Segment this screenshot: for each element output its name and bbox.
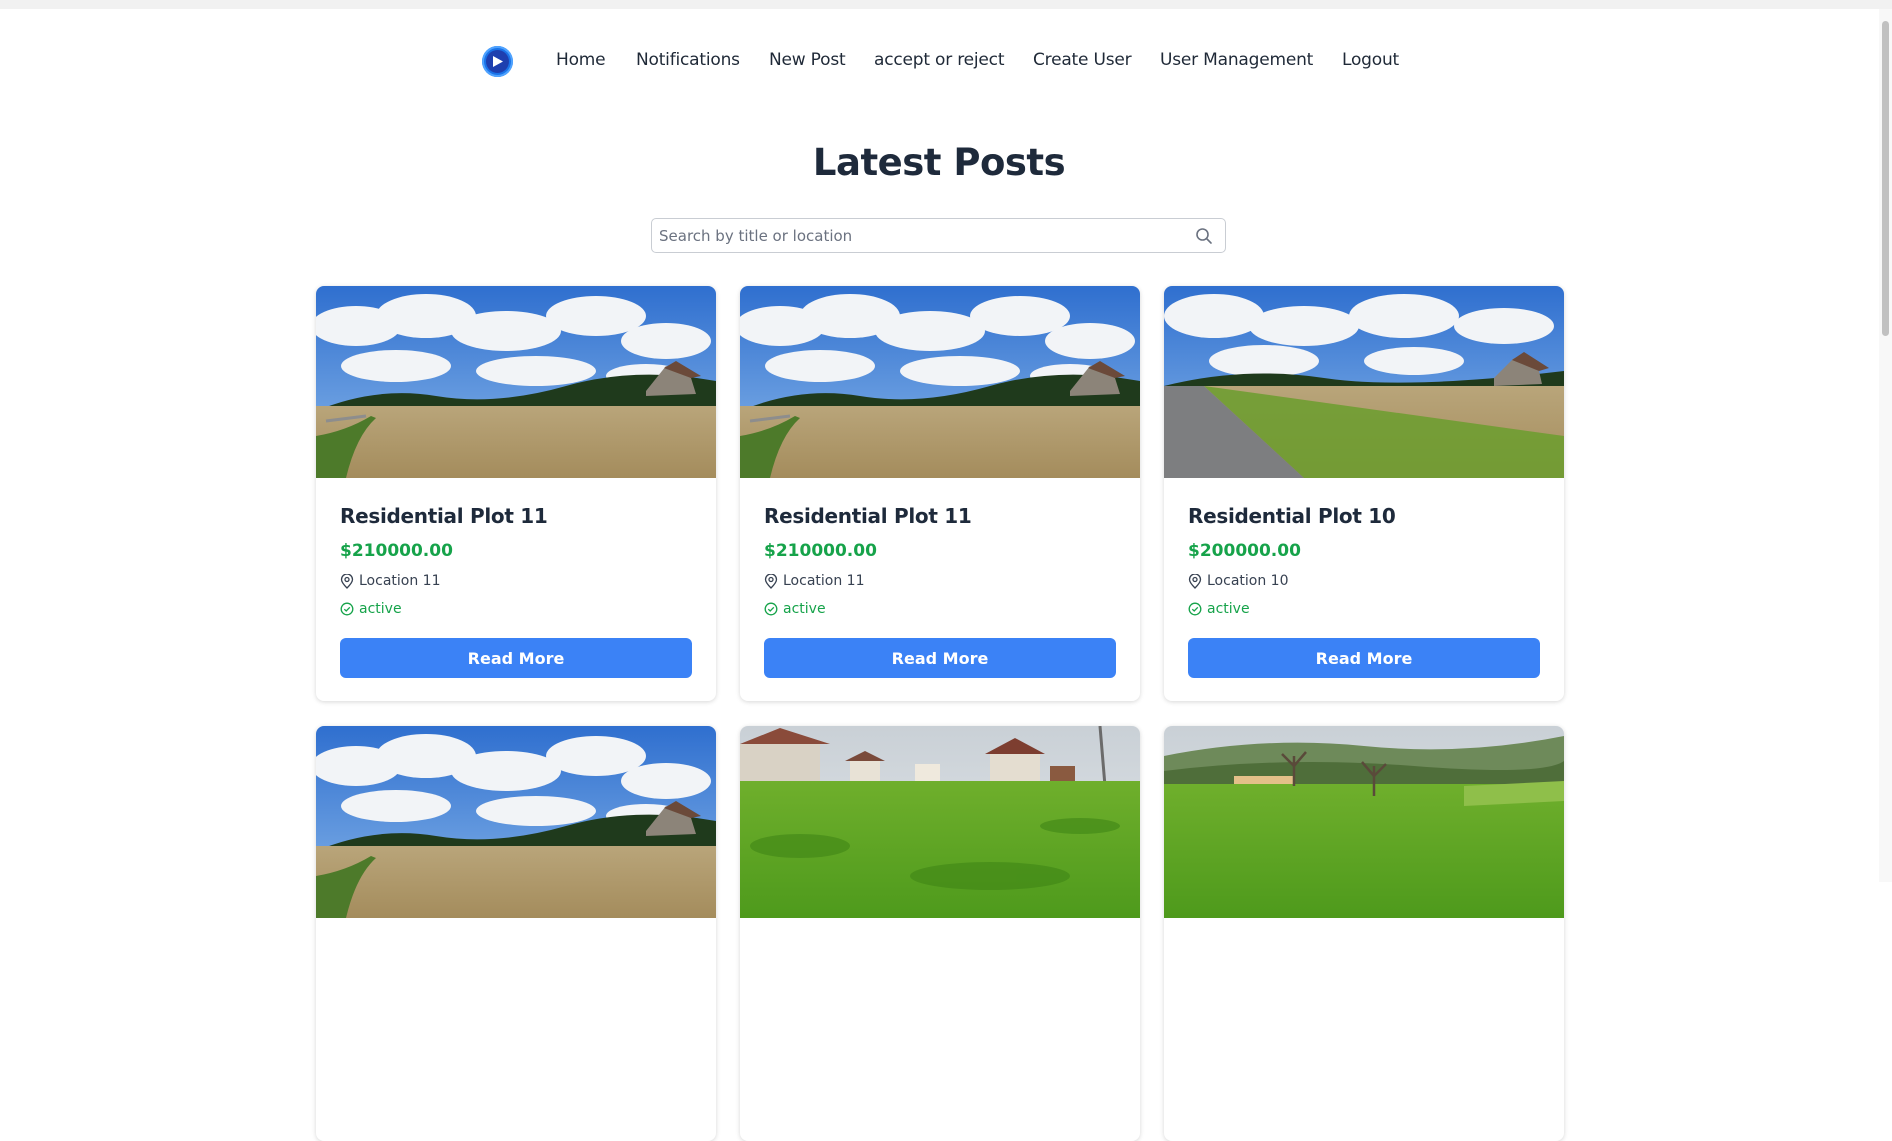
play-circle-logo-icon[interactable]: [482, 46, 513, 77]
post-title: Residential Plot 11: [340, 504, 548, 528]
nav-home[interactable]: Home: [556, 50, 606, 70]
nav-user-management[interactable]: User Management: [1160, 50, 1313, 70]
search-input[interactable]: [652, 219, 1172, 252]
post-location: Location 11: [764, 573, 864, 589]
post-status-text: active: [783, 601, 826, 617]
post-card: Residential Plot 11 $210000.00 Location …: [316, 286, 716, 701]
post-price: $210000.00: [764, 541, 877, 561]
page-title: Latest Posts: [812, 141, 1066, 184]
read-more-button[interactable]: Read More: [340, 638, 692, 678]
search-icon[interactable]: [1195, 227, 1213, 245]
search-box: [651, 218, 1226, 253]
scrollbar[interactable]: [1879, 9, 1892, 882]
post-image: [316, 286, 716, 478]
post-status-text: active: [359, 601, 402, 617]
post-card: Residential Plot 10 $200000.00 Location …: [1164, 286, 1564, 701]
post-title: Residential Plot 11: [764, 504, 972, 528]
map-pin-icon: [1188, 573, 1202, 589]
read-more-button[interactable]: Read More: [764, 638, 1116, 678]
post-card: Residential Plot 11 $210000.00 Location …: [740, 286, 1140, 701]
top-nav: Home Notifications New Post accept or re…: [0, 40, 1892, 82]
post-price: $210000.00: [340, 541, 453, 561]
post-image: [316, 726, 716, 918]
check-circle-icon: [764, 602, 778, 616]
post-location-text: Location 11: [359, 573, 441, 589]
post-price: $200000.00: [1188, 541, 1301, 561]
nav-new-post[interactable]: New Post: [769, 50, 846, 70]
post-location: Location 10: [1188, 573, 1288, 589]
post-location: Location 11: [340, 573, 440, 589]
check-circle-icon: [1188, 602, 1202, 616]
post-location-text: Location 11: [783, 573, 865, 589]
post-status: active: [1188, 601, 1250, 617]
post-title: Residential Plot 10: [1188, 504, 1396, 528]
post-card: [1164, 726, 1564, 1141]
nav-accept-or-reject[interactable]: accept or reject: [874, 50, 1004, 70]
nav-create-user[interactable]: Create User: [1033, 50, 1132, 70]
read-more-button[interactable]: Read More: [1188, 638, 1540, 678]
post-status: active: [764, 601, 826, 617]
nav-notifications[interactable]: Notifications: [636, 50, 740, 70]
post-image: [1164, 286, 1564, 478]
check-circle-icon: [340, 602, 354, 616]
map-pin-icon: [340, 573, 354, 589]
post-image: [1164, 726, 1564, 918]
post-status: active: [340, 601, 402, 617]
browser-top-strip: [0, 0, 1892, 9]
nav-logout[interactable]: Logout: [1342, 50, 1399, 70]
post-image: [740, 286, 1140, 478]
post-image: [740, 726, 1140, 918]
post-status-text: active: [1207, 601, 1250, 617]
post-card: [316, 726, 716, 1141]
post-location-text: Location 10: [1207, 573, 1289, 589]
map-pin-icon: [764, 573, 778, 589]
post-card: [740, 726, 1140, 1141]
